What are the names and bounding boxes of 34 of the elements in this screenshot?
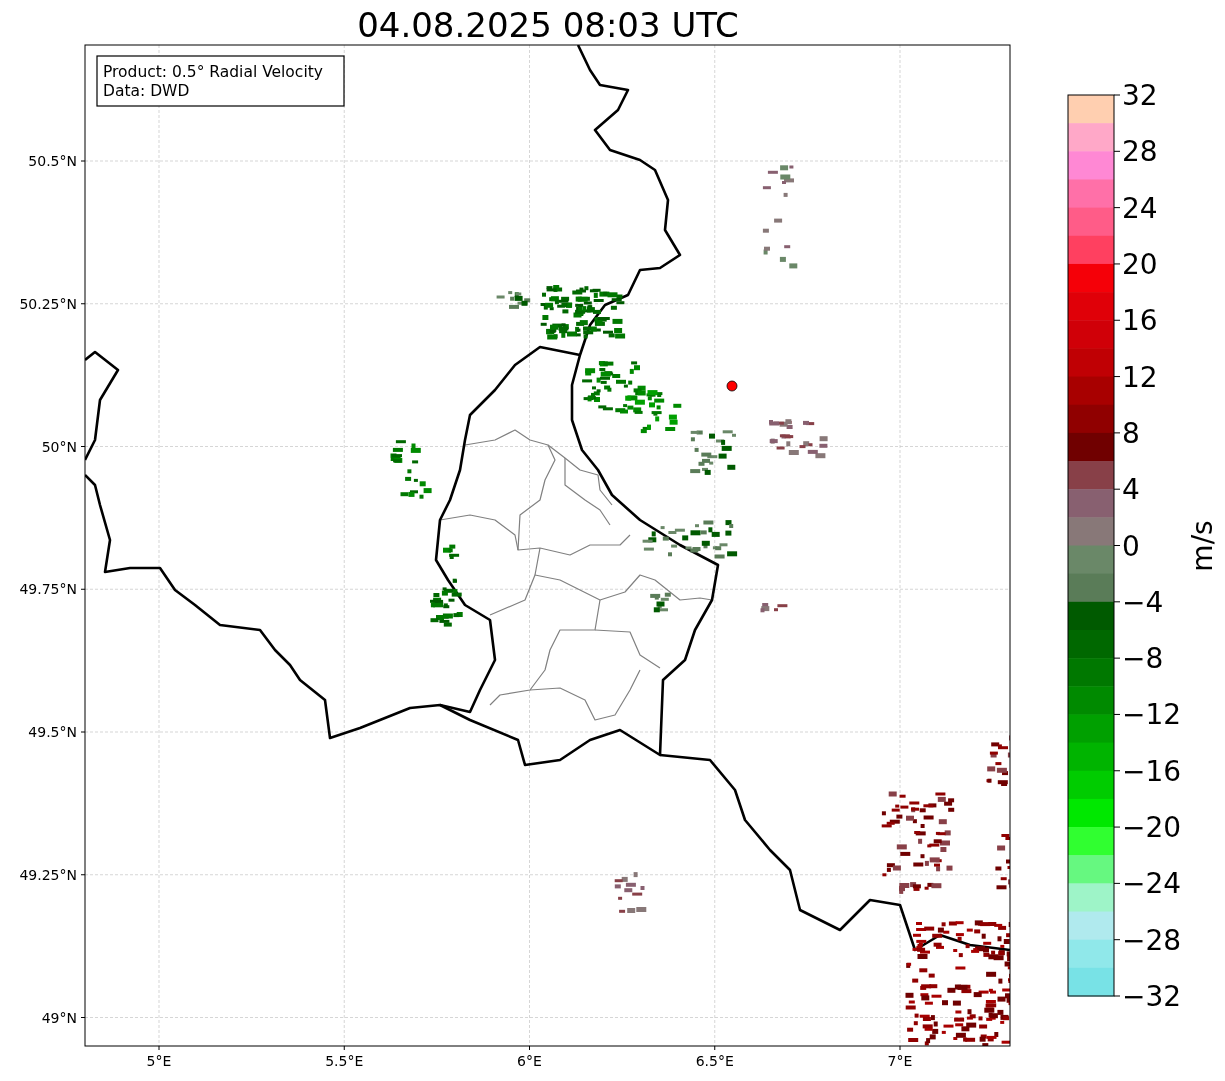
latitude-label: 50°N: [41, 438, 77, 455]
colorbar-tick-label: 24: [1122, 191, 1158, 225]
colorbar-tick-label: −32: [1122, 980, 1182, 1013]
radar-site-marker: [726, 380, 738, 392]
colorbar-tick-label: −4: [1122, 585, 1164, 619]
colorbar-tick-label: −8: [1122, 642, 1164, 676]
latitude-label: 49.75°N: [19, 581, 77, 598]
longitude-label: 7°E: [887, 1053, 913, 1069]
longitude-label: 6.5°E: [695, 1053, 734, 1069]
colorbar-tick-label: 20: [1122, 247, 1158, 281]
info-text: Product: 0.5° Radial Velocity: [103, 63, 323, 81]
colorbar-tick-label: −20: [1122, 811, 1182, 845]
colorbar-tick-label: 32: [1122, 79, 1158, 112]
colorbar-tick-label: 0: [1122, 529, 1140, 563]
latitude-label: 50.25°N: [19, 295, 77, 312]
latitude-label: 49.25°N: [19, 866, 77, 883]
chart-title: 04.08.2025 08:03 UTC: [357, 5, 739, 45]
colorbar-tick-label: −28: [1122, 923, 1182, 957]
colorbar-tick-label: −12: [1122, 698, 1182, 732]
colorbar-tick-label: 16: [1122, 304, 1158, 338]
latitude-label: 49°N: [41, 1009, 77, 1026]
latitude-label: 50.5°N: [28, 153, 77, 169]
colorbar-tick-label: −16: [1122, 754, 1182, 788]
longitude-label: 5.5°E: [325, 1053, 364, 1069]
colorbar-tick-label: 4: [1122, 473, 1140, 507]
colorbar-tick-label: 28: [1122, 135, 1158, 169]
colorbar-label: m/s: [1186, 520, 1219, 572]
latitude-label: 49.5°N: [28, 724, 77, 740]
longitude-label: 6°E: [517, 1053, 542, 1069]
colorbar-tick-label: −24: [1122, 867, 1182, 901]
info-text: Data: DWD: [103, 82, 190, 100]
longitude-label: 5°E: [146, 1053, 172, 1069]
colorbar-tick-label: 12: [1122, 360, 1158, 394]
colorbar-tick-label: 8: [1122, 416, 1140, 450]
